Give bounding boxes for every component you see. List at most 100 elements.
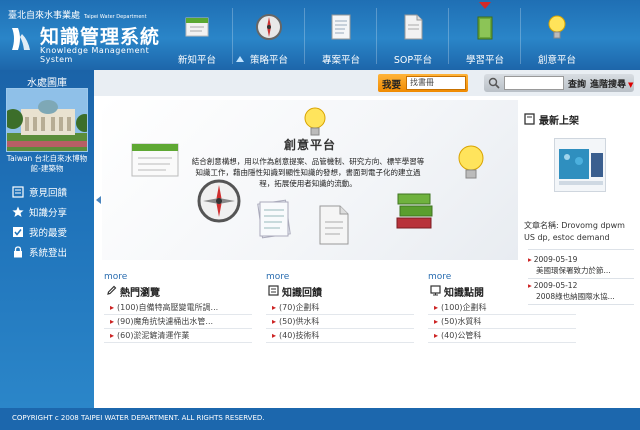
- list-item-text: (100)企劃科: [441, 303, 487, 312]
- nav-divider: [520, 8, 521, 64]
- list-item[interactable]: ▸ (50)水質科: [434, 316, 574, 327]
- list-item-text: (50)水質科: [441, 317, 482, 326]
- news-item[interactable]: ▸ 2009-05-19 美國環保署致力於節...: [528, 254, 638, 276]
- nav-label: 學習平台: [465, 55, 504, 66]
- list-item[interactable]: ▸ (40)技術科: [272, 330, 412, 341]
- more-link[interactable]: more: [104, 272, 127, 282]
- nav-label: SOP平台: [393, 55, 433, 66]
- bullet-icon: ▸: [110, 331, 115, 340]
- news-text: 美國環保署致力於節...: [536, 266, 611, 275]
- list-item-text: (60)淤泥鏟清運作業: [117, 331, 190, 340]
- keyword-label: 我要: [382, 80, 402, 91]
- list-item[interactable]: ▸ (70)企劃科: [272, 302, 412, 313]
- nav-sop-platform[interactable]: SOP平台: [380, 0, 446, 70]
- document-stack-icon: [257, 199, 291, 239]
- book-thumbnail[interactable]: [554, 138, 606, 192]
- sidebar-item-favorites[interactable]: 我的最愛: [12, 224, 92, 240]
- panel-title: 知識點閱: [444, 288, 484, 299]
- bullet-icon: ▸: [434, 303, 439, 312]
- list-item-text: (70)企劃科: [279, 303, 320, 312]
- nav-label: 專案平台: [321, 55, 360, 66]
- search-input[interactable]: [504, 76, 564, 90]
- more-link[interactable]: more: [428, 272, 451, 282]
- divider: [266, 328, 414, 329]
- nav-label: 策略平台: [249, 55, 288, 66]
- book-icon: [185, 17, 209, 37]
- copyright-text: COPYRIGHT c 2008 TAIPEI WATER DEPARTMENT…: [12, 414, 265, 422]
- lightbulb-icon: [304, 107, 326, 136]
- panel-header: 知識點閱: [428, 284, 578, 299]
- book-icon: [131, 143, 179, 177]
- museum-building-image: [7, 89, 87, 151]
- nav-strategy-platform[interactable]: 策略平台: [236, 0, 302, 70]
- book-stack-icon: [477, 16, 493, 40]
- sidebar-item-label: 知識分享: [29, 208, 68, 219]
- bullet-icon: ▸: [272, 331, 277, 340]
- search-icon: [488, 77, 500, 89]
- sidebar-item-feedback[interactable]: 意見回饋: [12, 184, 92, 200]
- lightbulb-icon: [548, 15, 566, 39]
- system-title: 知識管理系統: [40, 26, 161, 48]
- bullet-icon: ▸: [528, 255, 532, 264]
- photo-caption: Taiwan 台北自來水博物館-建築物: [6, 154, 88, 173]
- bullet-icon: ▸: [272, 303, 277, 312]
- keyword-box: 我要 找書冊: [378, 74, 468, 92]
- file-icon: [319, 205, 349, 245]
- divider: [104, 342, 252, 343]
- list-item[interactable]: ▸ (50)供水科: [272, 316, 412, 327]
- monitor-icon: [430, 285, 441, 296]
- nav-news-platform[interactable]: 新知平台: [164, 0, 230, 70]
- divider: [428, 342, 576, 343]
- list-item-text: (100)自備特高壓變電所調...: [117, 303, 219, 312]
- collapse-sidebar-arrow-icon[interactable]: [96, 196, 101, 204]
- bullet-icon: ▸: [434, 331, 439, 340]
- panel-title: 熱門瀏覽: [120, 288, 160, 299]
- divider: [428, 328, 576, 329]
- museum-photo[interactable]: [6, 88, 88, 152]
- panel-header: 熱門瀏覽: [104, 284, 254, 299]
- list-item[interactable]: ▸ (100)企劃科: [434, 302, 574, 313]
- star-icon: [12, 206, 24, 217]
- more-link[interactable]: more: [266, 272, 289, 282]
- sidebar-item-label: 意見回饋: [29, 188, 68, 199]
- panel-title: 知識回饋: [282, 288, 322, 299]
- bullet-icon: ▸: [272, 317, 277, 326]
- sidebar-item-logout[interactable]: 系統登出: [12, 244, 92, 260]
- advanced-search-label: 進階搜尋: [590, 80, 627, 90]
- banner-title: 創意平台: [284, 138, 337, 152]
- sidebar-item-share[interactable]: 知識分享: [12, 204, 92, 220]
- advanced-search-button[interactable]: 進階搜尋 ▼: [590, 77, 633, 90]
- department-name: 臺北自來水事業處 Taipei Water Department: [8, 11, 147, 21]
- dropdown-arrow-icon: ▼: [628, 81, 634, 89]
- search-button[interactable]: 查詢: [568, 77, 586, 90]
- list-item[interactable]: ▸ (90)魔角抗快濾桶出水管...: [110, 316, 250, 327]
- sidebar: 水處圖庫 Taiwan 台北自來水博物館-建築物 意見回饋 知識分享 我的最愛 …: [0, 70, 94, 408]
- list-item[interactable]: ▸ (100)自備特高壓變電所調...: [110, 302, 250, 313]
- bullet-icon: ▸: [110, 303, 115, 312]
- lightbulb-icon: [458, 145, 484, 179]
- book-cover-image: [555, 139, 605, 191]
- checklist-icon: [13, 227, 23, 237]
- site-logo[interactable]: 臺北自來水事業處 Taipei Water Department 知識管理系統 K…: [4, 6, 164, 64]
- book-icon: [524, 113, 535, 125]
- feedback-icon: [268, 285, 279, 296]
- list-item[interactable]: ▸ (60)淤泥鏟清運作業: [110, 330, 250, 341]
- news-date: 2009-05-19: [533, 255, 578, 264]
- latest-title: 最新上架: [539, 116, 579, 127]
- sidebar-item-label: 我的最愛: [29, 228, 68, 239]
- document-icon: [331, 14, 351, 40]
- lock-icon: [14, 246, 22, 258]
- nav-creative-platform[interactable]: 創意平台: [524, 0, 590, 70]
- water-drop-logo-icon: [12, 28, 30, 50]
- bullet-icon: ▸: [110, 317, 115, 326]
- nav-project-platform[interactable]: 專案平台: [308, 0, 374, 70]
- nav-learning-platform[interactable]: 學習平台: [452, 0, 518, 70]
- list-item[interactable]: ▸ (40)公管科: [434, 330, 574, 341]
- list-item-text: (90)魔角抗快濾桶出水管...: [117, 317, 214, 326]
- divider: [528, 278, 634, 279]
- search-type-select[interactable]: 找書冊: [406, 76, 466, 90]
- footer: COPYRIGHT c 2008 TAIPEI WATER DEPARTMENT…: [0, 408, 640, 430]
- book-name: 文章名稱: Drovomg dpwm US dp, estoc demand: [524, 221, 625, 242]
- divider: [528, 249, 634, 250]
- active-marker-icon: [479, 2, 491, 9]
